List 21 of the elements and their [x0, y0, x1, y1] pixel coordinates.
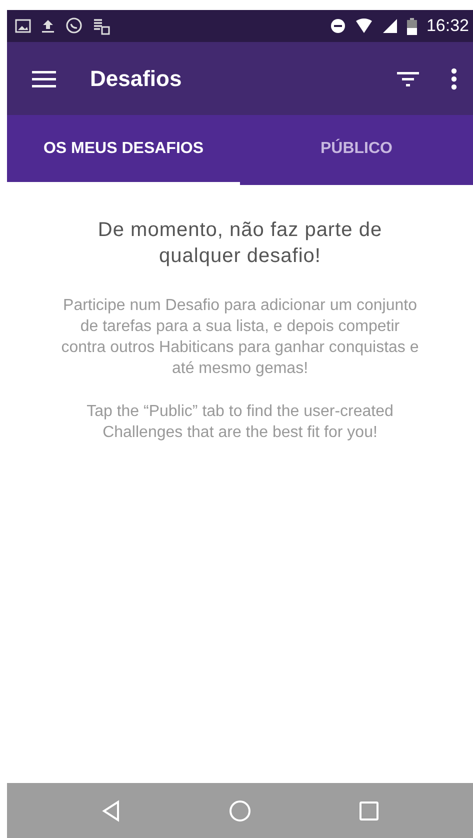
stack-icon [92, 17, 110, 35]
home-icon[interactable] [229, 800, 251, 822]
tab[interactable]: PÚBLICO [240, 115, 473, 185]
recents-icon[interactable] [359, 800, 379, 820]
more-options-icon[interactable] [451, 68, 457, 90]
menu-icon[interactable] [32, 70, 56, 88]
tab[interactable]: OS MEUS DESAFIOS [7, 115, 240, 185]
do-not-disturb-icon [330, 18, 346, 34]
signal-icon [382, 18, 398, 34]
wifi-icon [355, 18, 374, 34]
image-icon [15, 19, 31, 33]
battery-icon [407, 18, 418, 34]
empty-state-description: Participe num Desafio para adicionar um conjunto de tarefas para a sua lista, e depois competir contra outros Habiticans para ganhar conquistas e até mesmo gemas! [60, 296, 420, 379]
screen-title: Desafios [90, 66, 183, 92]
filter-icon[interactable] [397, 70, 419, 86]
upload-icon [40, 18, 56, 34]
back-icon[interactable] [101, 800, 121, 822]
clock-time: 16:32 [426, 16, 469, 36]
empty-state-hint: Tap the “Public” tab to find the user-created Challenges that are the best fit for you! [86, 402, 394, 443]
chat-bubble-icon [65, 17, 83, 35]
empty-state-title: De momento, não faz parte de qualquer desafio! [96, 218, 384, 269]
